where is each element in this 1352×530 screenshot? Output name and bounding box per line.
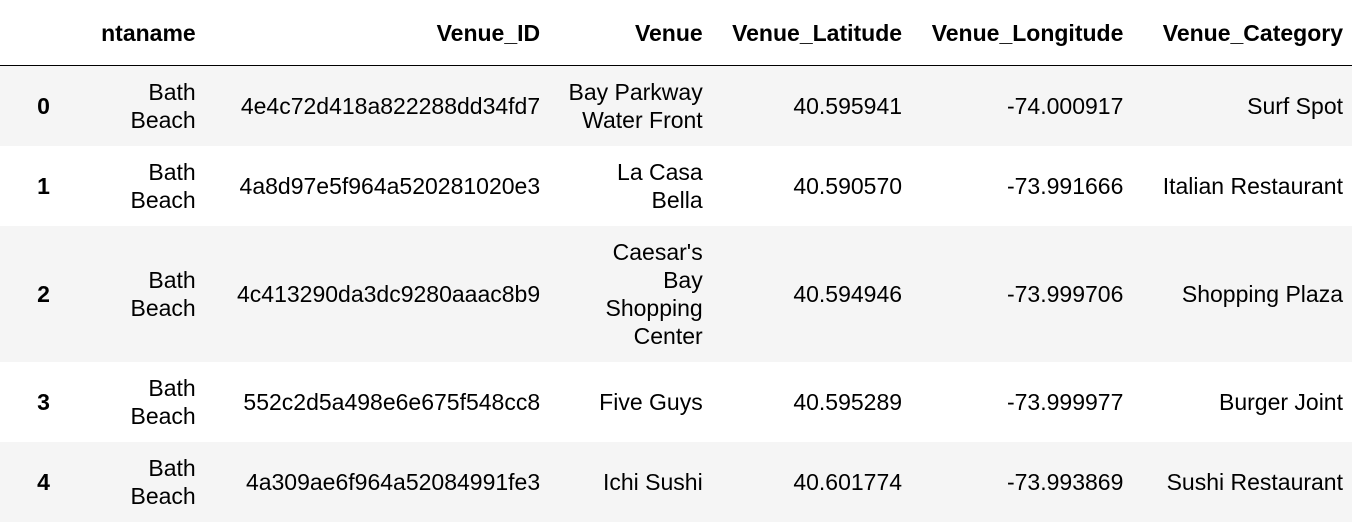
cell-ntaname: Bath Beach [130, 267, 196, 321]
row-index: 2 [37, 281, 50, 307]
cell-latitude: 40.595289 [793, 389, 903, 415]
cell-latitude: 40.590570 [793, 173, 903, 199]
column-header-venue-longitude: Venue_Longitude [911, 0, 1133, 66]
column-header-venue-latitude: Venue_Latitude [711, 0, 912, 66]
header-row: ntaname Venue_ID Venue Venue_Latitude Ve… [0, 0, 1352, 66]
cell-venue-id: 552c2d5a498e6e675f548cc8 [243, 389, 541, 415]
column-header-venue-id: Venue_ID [204, 0, 550, 66]
cell-latitude: 40.594946 [793, 281, 903, 307]
cell-ntaname: Bath Beach [130, 455, 196, 509]
cell-category: Burger Joint [1218, 389, 1343, 415]
dataframe-table: ntaname Venue_ID Venue Venue_Latitude Ve… [0, 0, 1352, 522]
cell-ntaname: Bath Beach [130, 375, 196, 429]
cell-longitude: -73.991666 [1006, 173, 1124, 199]
cell-venue-id: 4c413290da3dc9280aaac8b9 [237, 281, 541, 307]
cell-ntaname: Bath Beach [130, 159, 196, 213]
cell-longitude: -73.993869 [1006, 469, 1124, 495]
cell-venue: Bay Parkway Water Front [568, 79, 703, 133]
cell-venue: La Casa Bella [617, 159, 703, 213]
cell-latitude: 40.601774 [793, 469, 903, 495]
index-header [0, 0, 85, 66]
table-row: 4 Bath Beach 4a309ae6f964a52084991fe3 Ichi … [0, 442, 1352, 522]
cell-venue: Ichi Sushi [602, 469, 703, 495]
cell-venue: Five Guys [599, 389, 703, 415]
cell-venue: Caesar's Bay Shopping Center [605, 239, 703, 349]
column-header-venue: Venue [549, 0, 712, 66]
column-header-ntaname: ntaname [84, 0, 205, 66]
cell-longitude: -73.999977 [1006, 389, 1124, 415]
row-index: 3 [37, 389, 50, 415]
cell-ntaname: Bath Beach [130, 79, 196, 133]
cell-longitude: -73.999706 [1006, 281, 1124, 307]
cell-longitude: -74.000917 [1006, 93, 1124, 119]
table-row: 0 Bath Beach 4e4c72d418a822288dd34fd7 Bay P… [0, 65, 1352, 146]
cell-category: Sushi Restaurant [1166, 469, 1343, 495]
row-index: 1 [37, 173, 50, 199]
cell-category: Italian Restaurant [1162, 173, 1343, 199]
table-row: 2 Bath Beach 4c413290da3dc9280aaac8b9 Caesa… [0, 226, 1352, 362]
column-header-venue-category: Venue_Category [1132, 0, 1352, 66]
row-index: 4 [37, 469, 50, 495]
cell-category: Surf Spot [1247, 93, 1343, 119]
cell-category: Shopping Plaza [1181, 281, 1343, 307]
cell-latitude: 40.595941 [793, 93, 903, 119]
cell-venue-id: 4e4c72d418a822288dd34fd7 [240, 93, 541, 119]
cell-venue-id: 4a309ae6f964a52084991fe3 [245, 469, 541, 495]
table-row: 1 Bath Beach 4a8d97e5f964a520281020e3 La Ca… [0, 146, 1352, 226]
table-row: 3 Bath Beach 552c2d5a498e6e675f548cc8 Five … [0, 362, 1352, 442]
row-index: 0 [37, 93, 50, 119]
cell-venue-id: 4a8d97e5f964a520281020e3 [239, 173, 541, 199]
